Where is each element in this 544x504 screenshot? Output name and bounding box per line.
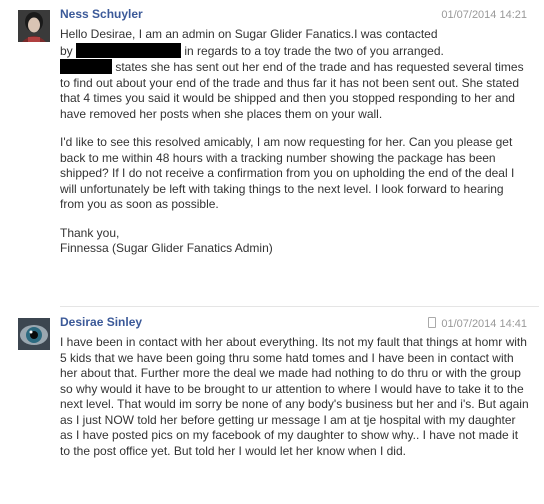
- mobile-icon: [428, 317, 437, 328]
- sender-name[interactable]: Desirae Sinley: [60, 315, 142, 329]
- avatar-desirae-sinley[interactable]: [18, 318, 50, 350]
- message-text: Thank you,: [60, 225, 120, 240]
- timestamp-text: 01/07/2014 14:41: [441, 318, 527, 330]
- sender-name[interactable]: Ness Schuyler: [60, 7, 143, 21]
- message-body: I have been in contact with her about ev…: [60, 335, 530, 472]
- message-text: in regards to a toy trade the two of you…: [184, 43, 444, 58]
- message-text: by: [60, 43, 73, 58]
- message-body: Hello Desirae, I am an admin on Sugar Gl…: [60, 27, 530, 270]
- message-paragraph: Hello Desirae, I am an admin on Sugar Gl…: [60, 27, 530, 122]
- message-text: Finnessa (Sugar Glider Fanatics Admin): [60, 241, 273, 255]
- message-text: Hello Desirae, I am an admin on Sugar Gl…: [60, 27, 438, 41]
- message-signature: Thank you, Finnessa (Sugar Glider Fanati…: [60, 226, 530, 257]
- avatar-ness-schuyler[interactable]: [18, 10, 50, 42]
- message-paragraph: I'd like to see this resolved amicably, …: [60, 135, 515, 211]
- redaction-block: [76, 42, 182, 58]
- message-timestamp[interactable]: 01/07/2014 14:21: [441, 9, 527, 21]
- message-paragraph: I have been in contact with her about ev…: [60, 335, 529, 458]
- message-divider: [60, 306, 539, 307]
- message-timestamp[interactable]: 01/07/2014 14:41: [428, 317, 527, 330]
- message-text: states she has sent out her end of the t…: [60, 60, 524, 121]
- redaction-block: [60, 59, 112, 74]
